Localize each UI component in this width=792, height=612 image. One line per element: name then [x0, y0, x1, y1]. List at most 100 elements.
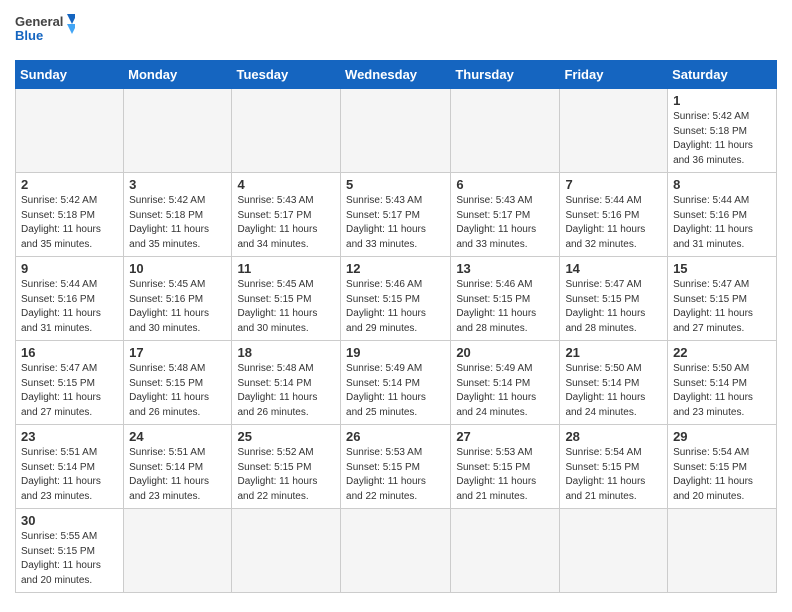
day-number: 22	[673, 345, 771, 360]
day-number: 13	[456, 261, 554, 276]
day-info: Sunrise: 5:54 AM Sunset: 5:15 PM Dayligh…	[565, 446, 662, 504]
weekday-header: Friday	[560, 61, 668, 89]
day-number: 16	[21, 345, 118, 360]
day-number: 15	[673, 261, 771, 276]
calendar-cell: 2Sunrise: 5:42 AM Sunset: 5:18 PM Daylig…	[16, 173, 124, 257]
calendar-cell	[232, 89, 341, 173]
calendar-cell: 5Sunrise: 5:43 AM Sunset: 5:17 PM Daylig…	[341, 173, 451, 257]
calendar-cell: 12 Sunrise: 5:46 AM Sunset: 5:15 PM Dayli…	[341, 257, 451, 341]
calendar-cell: 6 Sunrise: 5:43 AM Sunset: 5:17 PM Daylig…	[451, 173, 560, 257]
weekday-header: Thursday	[451, 61, 560, 89]
day-info: Sunrise: 5:46 AM Sunset: 5:15 PM Dayligh…	[456, 278, 554, 336]
calendar-cell: 7 Sunrise: 5:44 AM Sunset: 5:16 PM Daylig…	[560, 173, 668, 257]
day-number: 28	[565, 429, 662, 444]
day-number: 27	[456, 429, 554, 444]
day-number: 3	[129, 177, 226, 192]
calendar-cell: 26 Sunrise: 5:53 AM Sunset: 5:15 PM Dayli…	[341, 425, 451, 509]
day-info: Sunrise: 5:55 AM Sunset: 5:15 PM Dayligh…	[21, 530, 118, 588]
day-number: 9	[21, 261, 118, 276]
calendar-cell: 27Sunrise: 5:53 AM Sunset: 5:15 PM Dayli…	[451, 425, 560, 509]
day-info: Sunrise: 5:54 AM Sunset: 5:15 PM Dayligh…	[673, 446, 771, 504]
calendar-cell: 24Sunrise: 5:51 AM Sunset: 5:14 PM Dayli…	[124, 425, 232, 509]
calendar-cell: 13 Sunrise: 5:46 AM Sunset: 5:15 PM Dayli…	[451, 257, 560, 341]
day-number: 12	[346, 261, 445, 276]
calendar-week-row: 23Sunrise: 5:51 AM Sunset: 5:14 PM Dayli…	[16, 425, 777, 509]
calendar-cell: 25Sunrise: 5:52 AM Sunset: 5:15 PM Dayli…	[232, 425, 341, 509]
calendar-cell	[668, 509, 777, 593]
calendar-cell	[560, 509, 668, 593]
day-info: Sunrise: 5:49 AM Sunset: 5:14 PM Dayligh…	[456, 362, 554, 420]
calendar-cell: 19 Sunrise: 5:49 AM Sunset: 5:14 PM Dayli…	[341, 341, 451, 425]
day-info: Sunrise: 5:44 AM Sunset: 5:16 PM Dayligh…	[565, 194, 662, 252]
day-info: Sunrise: 5:42 AM Sunset: 5:18 PM Dayligh…	[21, 194, 118, 252]
day-info: Sunrise: 5:43 AM Sunset: 5:17 PM Dayligh…	[456, 194, 554, 252]
weekday-header: Tuesday	[232, 61, 341, 89]
day-info: Sunrise: 5:43 AM Sunset: 5:17 PM Dayligh…	[346, 194, 445, 252]
calendar-body: 1Sunrise: 5:42 AM Sunset: 5:18 PM Daylig…	[16, 89, 777, 593]
day-number: 4	[237, 177, 335, 192]
day-info: Sunrise: 5:45 AM Sunset: 5:16 PM Dayligh…	[129, 278, 226, 336]
page: General Blue SundayMondayTuesdayWednesda…	[0, 0, 792, 603]
calendar-cell	[560, 89, 668, 173]
header: General Blue	[15, 10, 777, 52]
calendar-cell: 16 Sunrise: 5:47 AM Sunset: 5:15 PM Dayli…	[16, 341, 124, 425]
calendar-cell: 29 Sunrise: 5:54 AM Sunset: 5:15 PM Dayli…	[668, 425, 777, 509]
day-number: 18	[237, 345, 335, 360]
day-info: Sunrise: 5:53 AM Sunset: 5:15 PM Dayligh…	[346, 446, 445, 504]
calendar-cell: 20 Sunrise: 5:49 AM Sunset: 5:14 PM Dayli…	[451, 341, 560, 425]
calendar-cell: 8Sunrise: 5:44 AM Sunset: 5:16 PM Daylig…	[668, 173, 777, 257]
weekday-header: Sunday	[16, 61, 124, 89]
calendar-cell: 28 Sunrise: 5:54 AM Sunset: 5:15 PM Dayli…	[560, 425, 668, 509]
day-number: 7	[565, 177, 662, 192]
day-info: Sunrise: 5:46 AM Sunset: 5:15 PM Dayligh…	[346, 278, 445, 336]
calendar-cell	[451, 89, 560, 173]
day-info: Sunrise: 5:42 AM Sunset: 5:18 PM Dayligh…	[673, 110, 771, 168]
day-number: 29	[673, 429, 771, 444]
day-number: 14	[565, 261, 662, 276]
calendar-cell: 9 Sunrise: 5:44 AM Sunset: 5:16 PM Daylig…	[16, 257, 124, 341]
day-number: 20	[456, 345, 554, 360]
calendar-week-row: 16 Sunrise: 5:47 AM Sunset: 5:15 PM Dayli…	[16, 341, 777, 425]
weekday-header: Saturday	[668, 61, 777, 89]
calendar-week-row: 2Sunrise: 5:42 AM Sunset: 5:18 PM Daylig…	[16, 173, 777, 257]
calendar-cell: 11Sunrise: 5:45 AM Sunset: 5:15 PM Dayli…	[232, 257, 341, 341]
day-number: 25	[237, 429, 335, 444]
calendar-cell	[341, 89, 451, 173]
day-number: 6	[456, 177, 554, 192]
calendar-cell: 17 Sunrise: 5:48 AM Sunset: 5:15 PM Dayli…	[124, 341, 232, 425]
day-number: 21	[565, 345, 662, 360]
day-info: Sunrise: 5:49 AM Sunset: 5:14 PM Dayligh…	[346, 362, 445, 420]
day-number: 19	[346, 345, 445, 360]
day-info: Sunrise: 5:47 AM Sunset: 5:15 PM Dayligh…	[673, 278, 771, 336]
day-info: Sunrise: 5:42 AM Sunset: 5:18 PM Dayligh…	[129, 194, 226, 252]
calendar-week-row: 30 Sunrise: 5:55 AM Sunset: 5:15 PM Dayli…	[16, 509, 777, 593]
calendar-cell	[16, 89, 124, 173]
day-info: Sunrise: 5:47 AM Sunset: 5:15 PM Dayligh…	[565, 278, 662, 336]
day-info: Sunrise: 5:48 AM Sunset: 5:15 PM Dayligh…	[129, 362, 226, 420]
day-number: 10	[129, 261, 226, 276]
calendar-week-row: 9 Sunrise: 5:44 AM Sunset: 5:16 PM Daylig…	[16, 257, 777, 341]
calendar-cell	[451, 509, 560, 593]
day-info: Sunrise: 5:48 AM Sunset: 5:14 PM Dayligh…	[237, 362, 335, 420]
weekday-header: Monday	[124, 61, 232, 89]
calendar-cell: 3 Sunrise: 5:42 AM Sunset: 5:18 PM Daylig…	[124, 173, 232, 257]
calendar-cell: 4 Sunrise: 5:43 AM Sunset: 5:17 PM Daylig…	[232, 173, 341, 257]
day-info: Sunrise: 5:51 AM Sunset: 5:14 PM Dayligh…	[21, 446, 118, 504]
day-info: Sunrise: 5:47 AM Sunset: 5:15 PM Dayligh…	[21, 362, 118, 420]
day-number: 17	[129, 345, 226, 360]
day-info: Sunrise: 5:44 AM Sunset: 5:16 PM Dayligh…	[673, 194, 771, 252]
calendar-cell: 18 Sunrise: 5:48 AM Sunset: 5:14 PM Dayli…	[232, 341, 341, 425]
calendar-table: SundayMondayTuesdayWednesdayThursdayFrid…	[15, 60, 777, 593]
logo-svg: General Blue	[15, 10, 75, 52]
calendar-cell: 15 Sunrise: 5:47 AM Sunset: 5:15 PM Dayli…	[668, 257, 777, 341]
weekday-header: Wednesday	[341, 61, 451, 89]
calendar-header: SundayMondayTuesdayWednesdayThursdayFrid…	[16, 61, 777, 89]
day-info: Sunrise: 5:44 AM Sunset: 5:16 PM Dayligh…	[21, 278, 118, 336]
calendar-week-row: 1Sunrise: 5:42 AM Sunset: 5:18 PM Daylig…	[16, 89, 777, 173]
day-number: 30	[21, 513, 118, 528]
logo: General Blue	[15, 10, 75, 52]
day-info: Sunrise: 5:43 AM Sunset: 5:17 PM Dayligh…	[237, 194, 335, 252]
calendar-cell	[341, 509, 451, 593]
day-number: 26	[346, 429, 445, 444]
svg-text:Blue: Blue	[15, 28, 43, 43]
